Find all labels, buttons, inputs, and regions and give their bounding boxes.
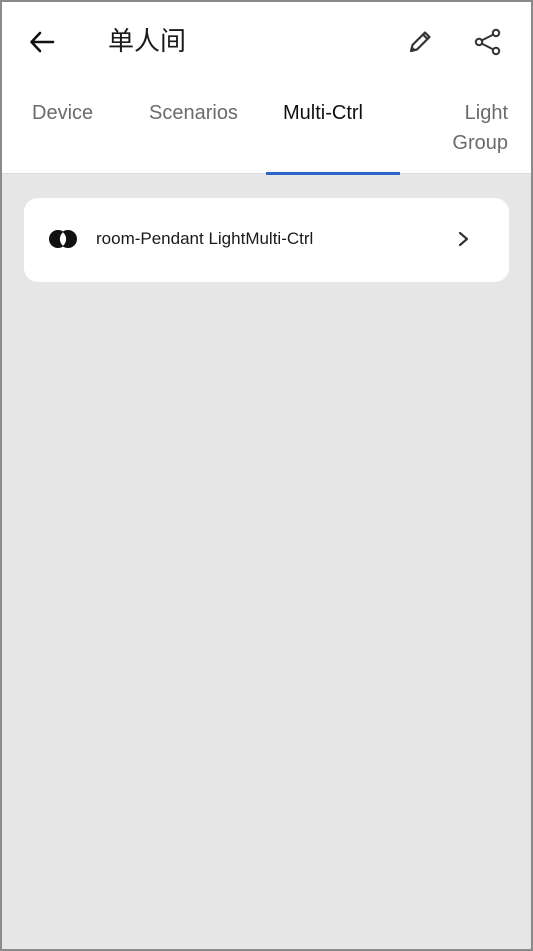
pencil-icon	[409, 31, 431, 53]
tab-light-group-line1: Light	[464, 102, 508, 124]
edit-button[interactable]	[400, 24, 440, 60]
list-item[interactable]: room-Pendant LightMulti-Ctrl	[24, 198, 509, 282]
share-icon	[474, 28, 501, 56]
tab-multi-ctrl[interactable]: Multi-Ctrl	[283, 98, 363, 128]
tab-light-group-line2: Group	[452, 132, 508, 154]
tab-light-group[interactable]: Light Group	[428, 98, 508, 158]
share-button[interactable]	[468, 24, 508, 60]
header: 单人间 Device Scenarios Multi-Ctrl Light Gr…	[2, 2, 531, 175]
tab-scenarios[interactable]: Scenarios	[149, 98, 238, 128]
active-tab-indicator	[266, 172, 400, 175]
multi-ctrl-icon	[49, 230, 77, 248]
back-button[interactable]	[22, 24, 62, 60]
chevron-right-icon	[458, 231, 469, 247]
app-frame: 单人间 Device Scenarios Multi-Ctrl Light Gr…	[0, 0, 533, 951]
page-title: 单人间	[108, 27, 187, 57]
arrow-left-icon	[30, 31, 55, 53]
list-item-label: room-Pendant LightMulti-Ctrl	[96, 229, 314, 248]
tab-device[interactable]: Device	[32, 98, 93, 128]
tab-bar: Device Scenarios Multi-Ctrl Light Group	[2, 92, 531, 175]
top-bar: 单人间	[2, 2, 531, 82]
